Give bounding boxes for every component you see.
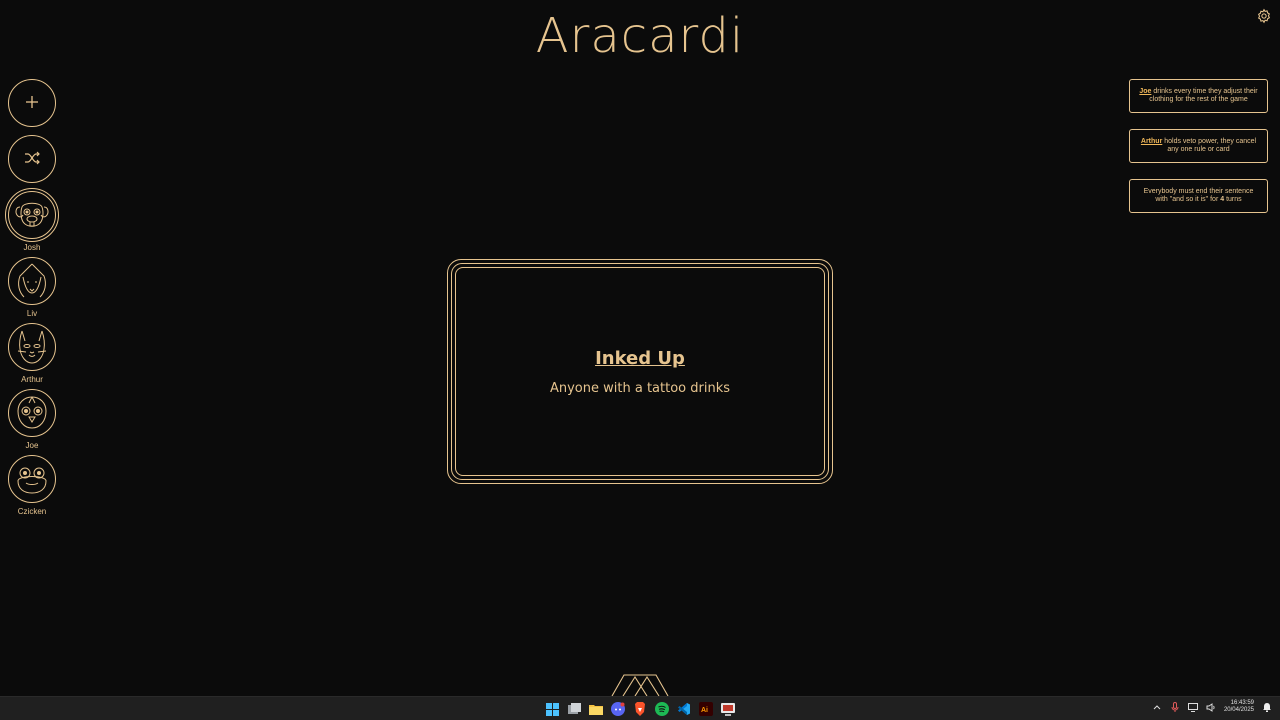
vscode-icon[interactable]	[676, 701, 692, 717]
taskbar-apps: Ai	[544, 701, 736, 717]
chevron-up-icon[interactable]	[1152, 702, 1162, 712]
player-name: Joe	[25, 441, 39, 450]
active-rules-panel: Joe drinks every time they adjust their …	[1129, 79, 1268, 229]
sidebar: Josh Liv Arthur Joe Czicken	[5, 79, 59, 521]
shuffle-button[interactable]	[8, 135, 56, 183]
add-player-button[interactable]	[8, 79, 56, 127]
settings-gear-icon[interactable]	[1256, 8, 1272, 24]
app-window: Aracardi Josh Liv Arthur Joe Czicken Joe…	[0, 0, 1280, 697]
card-title: Inked Up	[595, 347, 685, 369]
network-icon[interactable]	[1187, 702, 1198, 712]
rule-text: Arthur holds veto power, they cancel any…	[1138, 138, 1259, 154]
clock-date: 20/04/2025	[1223, 707, 1254, 713]
card-text: Anyone with a tattoo drinks	[549, 380, 730, 396]
rule-player-name: Joe	[1139, 88, 1152, 95]
hooded-girl-icon	[8, 257, 56, 305]
illustrator-icon[interactable]: Ai	[698, 701, 714, 717]
player-arthur[interactable]: Arthur	[8, 323, 56, 384]
microphone-icon[interactable]	[1170, 702, 1180, 712]
dog-icon	[5, 188, 59, 242]
rule-body: holds veto power, they cancel any one ru…	[1162, 138, 1257, 153]
system-clock[interactable]: 16:43:59 20/04/2025	[1224, 700, 1254, 714]
brave-icon[interactable]	[632, 701, 648, 717]
windows-start-icon[interactable]	[544, 701, 560, 717]
player-liv[interactable]: Liv	[8, 257, 56, 318]
taskbar: Ai 16:43:59 20/04/2025	[0, 696, 1280, 720]
rule-card[interactable]: Joe drinks every time they adjust their …	[1129, 79, 1268, 113]
notification-icon[interactable]	[1262, 702, 1272, 712]
remote-desktop-icon[interactable]	[720, 701, 736, 717]
app-title: Aracardi	[535, 8, 745, 64]
player-name: Liv	[26, 309, 38, 318]
player-josh[interactable]: Josh	[5, 188, 59, 252]
spotify-icon[interactable]	[654, 701, 670, 717]
player-name: Arthur	[21, 375, 43, 384]
shuffle-icon	[24, 150, 40, 169]
player-czicken[interactable]: Czicken	[8, 455, 56, 516]
bird-icon	[8, 389, 56, 437]
current-card[interactable]: Inked Up Anyone with a tattoo drinks	[455, 267, 825, 476]
volume-icon[interactable]	[1206, 702, 1216, 712]
file-explorer-icon[interactable]	[588, 701, 604, 717]
rule-player-name: Arthur	[1140, 138, 1163, 145]
cat-icon	[8, 323, 56, 371]
rule-text: Joe drinks every time they adjust their …	[1138, 88, 1259, 104]
rule-body: drinks every time they adjust their clot…	[1149, 88, 1258, 103]
plus-icon	[25, 94, 39, 113]
svg-text:Ai: Ai	[701, 707, 708, 714]
rule-body-end: turns	[1224, 196, 1242, 203]
clock-time: 16:43:59	[1230, 700, 1254, 706]
system-tray: 16:43:59 20/04/2025	[1152, 700, 1272, 714]
player-joe[interactable]: Joe	[8, 389, 56, 450]
rule-card[interactable]: Arthur holds veto power, they cancel any…	[1129, 129, 1268, 163]
player-name: Josh	[23, 243, 41, 252]
task-view-icon[interactable]	[566, 701, 582, 717]
rule-text: Everybody must end their sentence with "…	[1138, 188, 1259, 204]
frog-icon	[8, 455, 56, 503]
discord-icon[interactable]	[610, 701, 626, 717]
rule-card[interactable]: Everybody must end their sentence with "…	[1129, 179, 1268, 213]
player-name: Czicken	[17, 507, 47, 516]
